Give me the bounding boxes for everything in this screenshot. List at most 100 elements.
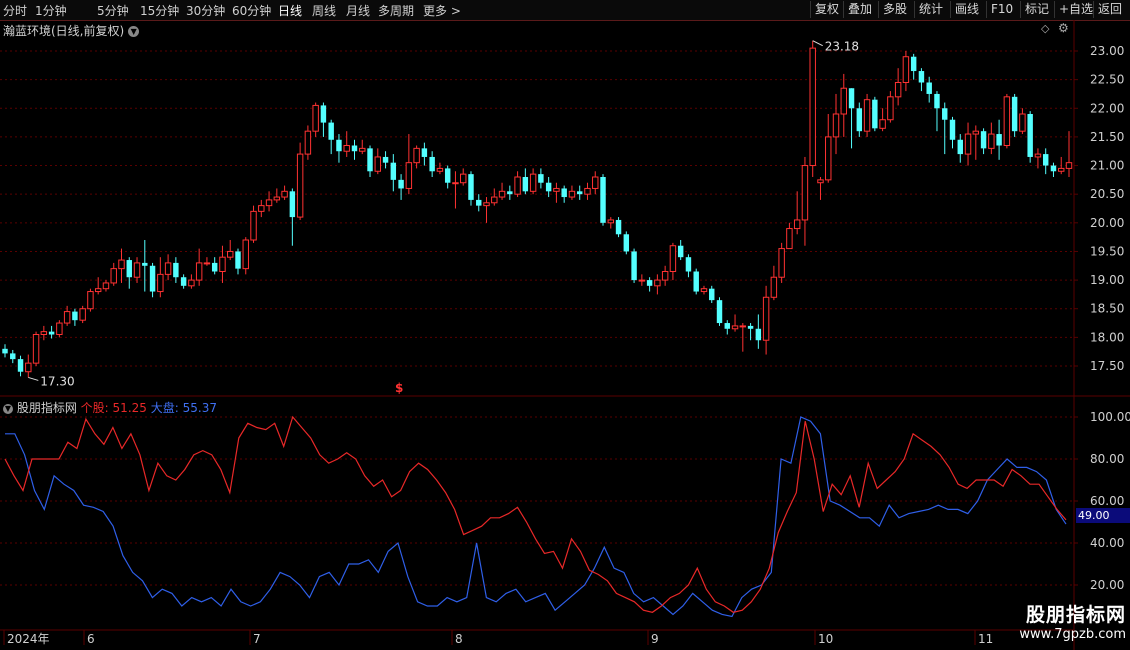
candle-body: [87, 291, 94, 310]
candle-body: [2, 348, 8, 354]
candle-body: [576, 191, 583, 195]
price-tick-label: 20.50: [1090, 187, 1124, 201]
candle-body: [40, 331, 48, 335]
candle-body: [832, 113, 840, 138]
candle-body: [949, 119, 956, 140]
indicator-tick-label: 20.00: [1090, 578, 1124, 592]
candle-body: [273, 196, 281, 201]
candle-body: [522, 177, 529, 192]
price-tick-label: 19.00: [1090, 273, 1124, 287]
candle-body: [778, 248, 785, 278]
indicator-title: ▼ 股朋指标网 个股: 51.25 大盘: 55.37: [3, 399, 217, 416]
candle-body: [980, 131, 987, 149]
candle-body: [747, 325, 754, 329]
candle-body: [265, 199, 273, 207]
candle-body: [133, 262, 141, 278]
price-tick-label: 22.50: [1090, 73, 1124, 87]
candle-body: [126, 260, 132, 278]
price-tick-label: 20.00: [1090, 216, 1124, 230]
candle-body: [592, 176, 599, 189]
low-price-label: 17.30: [40, 374, 74, 388]
candle-body: [219, 256, 226, 273]
candle-body: [149, 265, 156, 292]
candle-body: [460, 173, 467, 184]
candle-body: [32, 334, 40, 364]
candle-body: [731, 325, 739, 330]
candle-body: [623, 234, 630, 252]
candle-body: [646, 280, 653, 286]
candle-body: [529, 173, 537, 192]
candle-body: [211, 262, 218, 272]
kline-chart[interactable]: 23.00 22.50 22.00 21.50 21.00 20.50 20.00 19.50…: [0, 0, 1130, 650]
candle-body: [157, 273, 164, 293]
candle-body: [514, 176, 521, 195]
candle-body: [320, 105, 327, 123]
candle-body: [398, 179, 404, 189]
candle-body: [964, 133, 972, 155]
candle-body: [1011, 96, 1018, 132]
price-tick-label: 17.50: [1090, 359, 1124, 373]
candle-body: [1027, 114, 1033, 157]
candle-body: [296, 153, 304, 218]
price-tick-label: 22.00: [1090, 101, 1124, 115]
candle-body: [972, 130, 980, 135]
candle-body: [142, 262, 148, 266]
candle-body: [110, 268, 117, 284]
stock-series-label: 个股: 51.25: [81, 401, 147, 415]
candle-body: [553, 187, 560, 192]
candle-body: [351, 145, 358, 152]
candle-body: [825, 136, 832, 181]
candle-body: [235, 251, 241, 269]
candle-body: [483, 202, 490, 207]
candle-body: [1042, 154, 1049, 166]
indicator-tick-label: 40.00: [1090, 536, 1124, 550]
candle-body: [468, 174, 474, 200]
candle-body: [793, 219, 801, 230]
candle-body: [476, 199, 482, 206]
candle-body: [538, 174, 544, 183]
candle-body: [203, 262, 211, 265]
candle-body: [607, 219, 614, 224]
candle-body: [180, 277, 187, 286]
candle-body: [910, 56, 917, 72]
candle-body: [840, 87, 847, 115]
candle-body: [429, 156, 435, 172]
price-tick-label: 21.00: [1090, 159, 1124, 173]
current-value-label: 49.00: [1076, 508, 1130, 523]
candle-body: [887, 96, 894, 121]
candle-body: [498, 190, 506, 198]
indicator-icon[interactable]: ▼: [3, 403, 13, 414]
candle-body: [63, 311, 71, 324]
candle-body: [926, 82, 932, 94]
candle-body: [507, 191, 513, 195]
time-tick-label: 10: [818, 632, 833, 646]
high-marker-line: [812, 40, 823, 47]
candle-body: [631, 251, 637, 281]
candle-body: [491, 196, 498, 204]
candle-body: [304, 130, 312, 155]
candle-body: [452, 182, 459, 185]
candle-body: [568, 190, 576, 198]
time-tick-label: 2024年: [7, 632, 50, 646]
candle-body: [188, 279, 195, 287]
time-tick-label: 8: [455, 632, 463, 646]
price-tick-label: 18.50: [1090, 302, 1124, 316]
watermark: 股朋指标网 www.7gpzb.com: [1019, 600, 1126, 642]
time-tick-label: 9: [651, 632, 659, 646]
candle-body: [669, 245, 677, 273]
indicator-tick-label: 100.00: [1090, 410, 1130, 424]
candle-body: [94, 288, 102, 293]
candle-body: [48, 331, 55, 335]
candle-body: [724, 323, 730, 329]
candle-body: [600, 177, 606, 223]
indicator-name: 股朋指标网: [16, 401, 77, 415]
candle-body: [561, 188, 567, 198]
candle-body: [848, 88, 855, 109]
candle-body: [250, 210, 257, 241]
candle-body: [654, 279, 661, 287]
candle-body: [817, 179, 824, 184]
candle-body: [390, 162, 397, 180]
candle-body: [942, 108, 948, 120]
candle-body: [801, 165, 809, 221]
candle-body: [382, 156, 389, 163]
